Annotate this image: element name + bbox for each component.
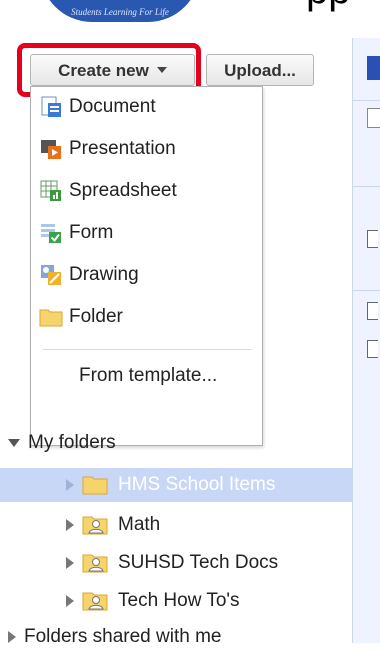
create-new-button[interactable]: Create new xyxy=(30,54,195,86)
menu-item-label: Spreadsheet xyxy=(69,180,177,201)
menu-item-label: Form xyxy=(69,222,114,243)
menu-item-folder[interactable]: Folder xyxy=(39,298,123,336)
row-checkbox[interactable] xyxy=(367,230,378,248)
tree-label: Folders shared with me xyxy=(24,626,222,647)
menu-item-from-template[interactable]: From template... xyxy=(79,365,217,387)
menu-item-spreadsheet[interactable]: Spreadsheet xyxy=(39,172,177,210)
divider xyxy=(353,290,380,291)
list-toolbar-button[interactable] xyxy=(367,108,380,128)
document-list-pane xyxy=(352,38,380,643)
tree-label: My folders xyxy=(28,432,116,453)
tree-folder-tech-how-tos[interactable]: Tech How To's xyxy=(0,584,352,618)
tree-label: HMS School Items xyxy=(118,474,276,495)
folder-icon xyxy=(39,305,63,329)
presentation-icon xyxy=(39,137,63,161)
menu-divider xyxy=(43,349,251,350)
menu-item-drawing[interactable]: Drawing xyxy=(39,256,139,294)
document-icon xyxy=(39,95,63,119)
spreadsheet-icon xyxy=(39,179,63,203)
expand-right-icon xyxy=(66,479,74,491)
menu-item-label: Document xyxy=(69,96,156,117)
tree-folder-suhsd-tech-docs[interactable]: SUHSD Tech Docs xyxy=(0,546,352,580)
expand-right-icon xyxy=(66,519,74,531)
form-icon xyxy=(39,221,63,245)
header-text: pp xyxy=(0,0,380,24)
upload-button[interactable]: Upload... xyxy=(206,54,314,86)
divider xyxy=(353,100,380,101)
tree-folder-math[interactable]: Math xyxy=(0,508,352,542)
menu-item-label: Drawing xyxy=(69,264,139,285)
menu-item-presentation[interactable]: Presentation xyxy=(39,130,176,168)
list-header-bar xyxy=(367,56,380,80)
create-new-menu: Document Presentation Spreadsheet Form D… xyxy=(30,86,263,446)
chevron-down-icon xyxy=(156,66,167,73)
tree-folders-shared-with-me[interactable]: Folders shared with me xyxy=(8,620,360,654)
tree-label: Tech How To's xyxy=(118,590,240,611)
tree-label: SUHSD Tech Docs xyxy=(118,552,279,573)
row-checkbox[interactable] xyxy=(367,302,378,320)
tree-folder-hms-school-items[interactable]: HMS School Items xyxy=(0,468,352,502)
expand-right-icon xyxy=(8,631,16,643)
row-checkbox[interactable] xyxy=(367,340,378,358)
drawing-icon xyxy=(39,263,63,287)
folder-icon xyxy=(82,475,108,495)
create-new-label: Create new xyxy=(58,61,149,80)
divider xyxy=(353,186,380,187)
menu-item-label: Folder xyxy=(69,306,123,327)
expand-down-icon xyxy=(8,439,20,447)
expand-right-icon xyxy=(66,595,74,607)
tree-label: Math xyxy=(118,514,161,535)
menu-item-form[interactable]: Form xyxy=(39,214,113,252)
expand-right-icon xyxy=(66,557,74,569)
menu-item-document[interactable]: Document xyxy=(39,88,156,126)
shared-folder-icon xyxy=(82,515,108,535)
tree-my-folders[interactable]: My folders xyxy=(8,426,360,460)
header-fragment: pp xyxy=(306,0,351,10)
left-pane: Create new Upload... Document Presentati… xyxy=(0,38,352,647)
menu-item-label: Presentation xyxy=(69,138,176,159)
shared-folder-icon xyxy=(82,591,108,611)
shared-folder-icon xyxy=(82,553,108,573)
